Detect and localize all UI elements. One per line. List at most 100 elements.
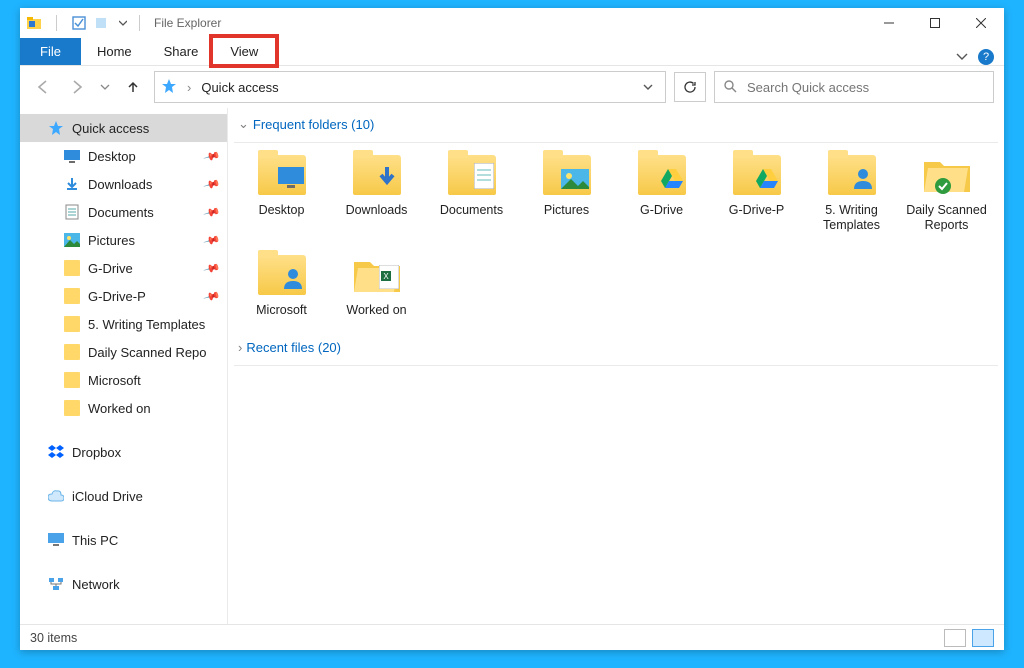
- tab-file[interactable]: File: [20, 38, 81, 65]
- svg-text:X: X: [383, 272, 389, 281]
- large-icons-view-button[interactable]: [972, 629, 994, 647]
- folder-item[interactable]: G-Drive-P: [709, 147, 804, 247]
- sidebar-item-gdrive-p[interactable]: G-Drive-P 📌: [20, 282, 227, 310]
- star-icon: [48, 120, 64, 136]
- folder-item[interactable]: X Worked on: [329, 247, 424, 332]
- ribbon-expand-icon[interactable]: [956, 50, 968, 65]
- forward-button[interactable]: [64, 74, 90, 100]
- maximize-button[interactable]: [912, 8, 958, 38]
- folder-icon: [921, 153, 973, 197]
- folder-icon: X: [351, 253, 403, 297]
- quick-access-star-icon: [161, 78, 177, 97]
- search-input[interactable]: [745, 79, 985, 96]
- folder-item[interactable]: Documents: [424, 147, 519, 247]
- folder-item[interactable]: Microsoft: [234, 247, 329, 332]
- folder-label: 5. Writing Templates: [807, 203, 897, 233]
- titlebar: File Explorer: [20, 8, 1004, 38]
- close-button[interactable]: [958, 8, 1004, 38]
- sidebar-item-label: Microsoft: [88, 373, 141, 388]
- folder-icon: [64, 260, 80, 276]
- details-view-button[interactable]: [944, 629, 966, 647]
- sidebar-item-icloud[interactable]: iCloud Drive: [20, 482, 227, 510]
- navigation-bar: › Quick access: [20, 66, 1004, 108]
- search-icon: [723, 79, 737, 96]
- folder-item[interactable]: Daily Scanned Reports: [899, 147, 994, 247]
- folder-item[interactable]: G-Drive: [614, 147, 709, 247]
- sidebar-item-pictures[interactable]: Pictures 📌: [20, 226, 227, 254]
- tab-home[interactable]: Home: [81, 38, 148, 65]
- qat-new-folder-icon[interactable]: [93, 15, 109, 31]
- folder-icon: [256, 153, 308, 197]
- folder-label: Daily Scanned Reports: [902, 203, 992, 233]
- section-recent-header[interactable]: › Recent files (20): [234, 332, 998, 366]
- folder-label: G-Drive: [640, 203, 683, 218]
- sidebar-item-label: Network: [72, 577, 120, 592]
- qat-properties-icon[interactable]: [71, 15, 87, 31]
- refresh-button[interactable]: [674, 72, 706, 102]
- sidebar-item-daily-scanned[interactable]: Daily Scanned Repo: [20, 338, 227, 366]
- folder-item[interactable]: Downloads: [329, 147, 424, 247]
- help-icon[interactable]: ?: [978, 49, 994, 65]
- sidebar-item-label: G-Drive: [88, 261, 133, 276]
- tab-view[interactable]: View: [214, 38, 274, 65]
- sidebar-item-label: Documents: [88, 205, 154, 220]
- folder-item[interactable]: Pictures: [519, 147, 614, 247]
- sidebar-item-network[interactable]: Network: [20, 570, 227, 598]
- pin-icon: 📌: [203, 231, 221, 249]
- window-title: File Explorer: [154, 16, 221, 30]
- address-dropdown-icon[interactable]: [637, 80, 659, 95]
- person-overlay-icon: [282, 267, 304, 293]
- folder-icon: [64, 372, 80, 388]
- pin-icon: 📌: [203, 203, 221, 221]
- sidebar-item-worked-on[interactable]: Worked on: [20, 394, 227, 422]
- folder-icon: [446, 153, 498, 197]
- breadcrumb-location[interactable]: Quick access: [201, 80, 278, 95]
- explorer-icon: [26, 15, 42, 31]
- folder-label: Documents: [440, 203, 503, 218]
- sidebar-item-gdrive[interactable]: G-Drive 📌: [20, 254, 227, 282]
- sidebar-item-label: 5. Writing Templates: [88, 317, 205, 332]
- search-box[interactable]: [714, 71, 994, 103]
- folder-icon: [826, 153, 878, 197]
- sidebar-item-label: Downloads: [88, 177, 152, 192]
- folder-icon: [541, 153, 593, 197]
- sidebar-item-downloads[interactable]: Downloads 📌: [20, 170, 227, 198]
- content-pane: ⌄ Frequent folders (10) Desktop Downloads…: [228, 108, 1004, 624]
- folder-label: Worked on: [346, 303, 406, 318]
- back-button[interactable]: [30, 74, 56, 100]
- downloads-icon: [64, 176, 80, 192]
- tab-share[interactable]: Share: [148, 38, 215, 65]
- sidebar-item-this-pc[interactable]: This PC: [20, 526, 227, 554]
- qat-dropdown-icon[interactable]: [115, 15, 131, 31]
- desktop-overlay-icon: [278, 167, 304, 193]
- documents-overlay-icon: [474, 163, 494, 193]
- minimize-button[interactable]: [866, 8, 912, 38]
- section-frequent-header[interactable]: ⌄ Frequent folders (10): [234, 108, 998, 143]
- folder-label: Desktop: [259, 203, 305, 218]
- folder-icon: [351, 153, 403, 197]
- up-button[interactable]: [120, 74, 146, 100]
- icloud-icon: [48, 488, 64, 504]
- section-recent-label: Recent files (20): [246, 340, 341, 355]
- chevron-right-icon: ›: [238, 340, 242, 355]
- folder-item[interactable]: 5. Writing Templates: [804, 147, 899, 247]
- folder-item[interactable]: Desktop: [234, 147, 329, 247]
- sidebar-item-documents[interactable]: Documents 📌: [20, 198, 227, 226]
- navigation-pane: Quick access Desktop 📌 Downloads 📌 Docum…: [20, 108, 228, 624]
- sidebar-item-dropbox[interactable]: Dropbox: [20, 438, 227, 466]
- sidebar-item-quick-access[interactable]: Quick access: [20, 114, 227, 142]
- folder-label: Pictures: [544, 203, 589, 218]
- recent-locations-button[interactable]: [98, 74, 112, 100]
- pin-icon: 📌: [203, 287, 221, 305]
- sidebar-item-label: Dropbox: [72, 445, 121, 460]
- this-pc-icon: [48, 532, 64, 548]
- sidebar-item-desktop[interactable]: Desktop 📌: [20, 142, 227, 170]
- file-explorer-window: File Explorer File Home Share View ?: [20, 8, 1004, 650]
- folder-icon: [64, 400, 80, 416]
- address-bar[interactable]: › Quick access: [154, 71, 666, 103]
- sidebar-item-microsoft[interactable]: Microsoft: [20, 366, 227, 394]
- ribbon-tabs: File Home Share View ?: [20, 38, 1004, 66]
- folder-label: G-Drive-P: [729, 203, 785, 218]
- sidebar-item-label: Quick access: [72, 121, 149, 136]
- sidebar-item-writing-templates[interactable]: 5. Writing Templates: [20, 310, 227, 338]
